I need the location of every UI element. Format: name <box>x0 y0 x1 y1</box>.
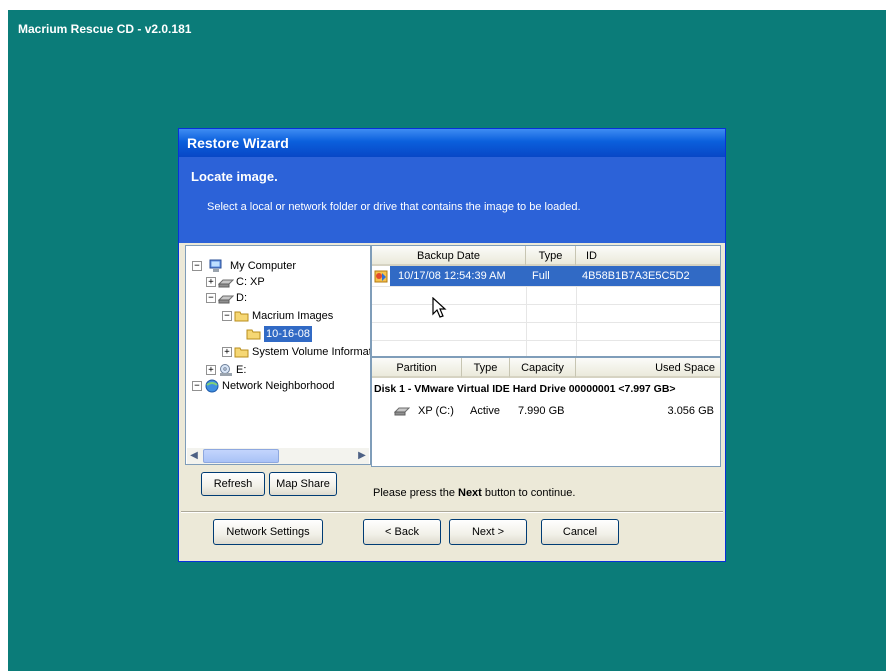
expand-icon[interactable]: + <box>222 347 232 357</box>
hard-drive-icon <box>218 295 234 304</box>
mouse-cursor-icon <box>432 297 447 318</box>
network-icon <box>205 379 219 393</box>
column-header-type[interactable]: Type <box>526 246 576 266</box>
tree-node-my-computer[interactable]: − My Computer <box>192 258 362 274</box>
tree-node-d-drive[interactable]: − D: <box>206 290 366 306</box>
header-title: Locate image. <box>191 169 278 184</box>
tree-label: E: <box>236 364 247 376</box>
tree-label: Network Neighborhood <box>222 380 335 392</box>
partition-icon <box>394 407 410 416</box>
tree-node-system-volume[interactable]: + System Volume Information <box>222 344 371 360</box>
cell-backup-type: Full <box>532 270 550 282</box>
window-title: Restore Wizard <box>187 135 289 151</box>
tree-node-dated-folder[interactable]: 10-16-08 <box>246 326 366 342</box>
tree-node-network[interactable]: − Network Neighborhood <box>192 378 370 394</box>
scrollbar-thumb[interactable] <box>203 449 279 463</box>
cd-drive-icon <box>220 364 232 376</box>
collapse-icon[interactable]: − <box>206 293 216 303</box>
row-gridline <box>372 286 720 287</box>
button-separator <box>181 511 723 513</box>
column-header-partition[interactable]: Partition <box>372 358 462 378</box>
network-settings-button[interactable]: Network Settings <box>213 519 323 545</box>
hard-drive-icon <box>218 279 234 288</box>
column-header-id[interactable]: ID <box>576 246 720 266</box>
row-gridline <box>372 340 720 341</box>
cell-used-space: 3.056 GB <box>667 405 714 417</box>
row-gridline <box>372 322 720 323</box>
tree-label: C: XP <box>236 276 265 288</box>
header-description: Select a local or network folder or driv… <box>207 201 581 213</box>
backup-image-icon <box>374 270 388 283</box>
cell-backup-id: 4B58B1B7A3E5C5D2 <box>582 270 690 282</box>
scroll-left-icon[interactable]: ◀ <box>187 449 201 463</box>
row-gridline <box>372 304 720 305</box>
collapse-icon[interactable]: − <box>192 261 202 271</box>
table-row-selected[interactable]: 10/17/08 12:54:39 AM Full 4B58B1B7A3E5C5… <box>390 266 720 286</box>
tree-label: My Computer <box>230 260 297 272</box>
continue-message: Please press the Next button to continue… <box>373 487 575 499</box>
column-header-used-space[interactable]: Used Space <box>576 358 720 378</box>
cell-capacity: 7.990 GB <box>518 405 565 417</box>
tree-label: System Volume Information <box>252 346 371 358</box>
computer-icon <box>209 259 222 272</box>
map-share-button[interactable]: Map Share <box>269 472 337 496</box>
disk-label: Disk 1 - VMware Virtual IDE Hard Drive 0… <box>374 383 676 395</box>
expand-icon[interactable]: + <box>206 365 216 375</box>
tree-label: D: <box>236 292 247 304</box>
column-header-type[interactable]: Type <box>462 358 510 378</box>
scroll-right-icon[interactable]: ▶ <box>355 449 369 463</box>
tree-horizontal-scrollbar[interactable]: ◀ ▶ <box>187 448 369 464</box>
tree-node-e-drive[interactable]: + E: <box>206 362 366 378</box>
tree-node-c-drive[interactable]: + C: XP <box>206 274 366 290</box>
wizard-body: − My Computer + C: XP − D: − Macrium Ima… <box>185 245 721 483</box>
back-button[interactable]: < Back <box>363 519 441 545</box>
tree-label-selected: 10-16-08 <box>264 326 313 342</box>
collapse-icon[interactable]: − <box>192 381 202 391</box>
folder-icon <box>234 347 249 358</box>
partition-list[interactable]: Partition Type Capacity Used Space Disk … <box>371 357 721 467</box>
tree-node-macrium-images[interactable]: − Macrium Images <box>222 308 370 324</box>
table-row[interactable]: XP (C:) Active 7.990 GB 3.056 GB <box>388 402 718 420</box>
cell-partition: XP (C:) <box>418 405 454 417</box>
cell-backup-date: 10/17/08 12:54:39 AM <box>398 270 506 282</box>
backup-list[interactable]: Backup Date Type ID 10/17/08 12:54:39 AM… <box>371 245 721 357</box>
next-button[interactable]: Next > <box>449 519 527 545</box>
collapse-icon[interactable]: − <box>222 311 232 321</box>
folder-tree[interactable]: − My Computer + C: XP − D: − Macrium Ima… <box>185 245 371 465</box>
column-header-backup-date[interactable]: Backup Date <box>372 246 526 266</box>
cell-partition-type: Active <box>470 405 500 417</box>
cancel-button[interactable]: Cancel <box>541 519 619 545</box>
column-header-capacity[interactable]: Capacity <box>510 358 576 378</box>
wizard-header: Locate image. Select a local or network … <box>179 157 725 243</box>
refresh-button[interactable]: Refresh <box>201 472 265 496</box>
message-suffix: button to continue. <box>484 487 576 499</box>
tree-label: Macrium Images <box>252 310 334 322</box>
restore-wizard-window: Restore Wizard Locate image. Select a lo… <box>178 128 726 562</box>
expand-icon[interactable]: + <box>206 277 216 287</box>
folder-open-icon <box>234 311 249 322</box>
window-titlebar[interactable]: Restore Wizard <box>179 129 725 157</box>
message-bold: Next <box>458 487 482 499</box>
folder-open-icon <box>246 329 261 340</box>
desktop-title: Macrium Rescue CD - v2.0.181 <box>18 22 192 36</box>
message-prefix: Please press the <box>373 487 455 499</box>
